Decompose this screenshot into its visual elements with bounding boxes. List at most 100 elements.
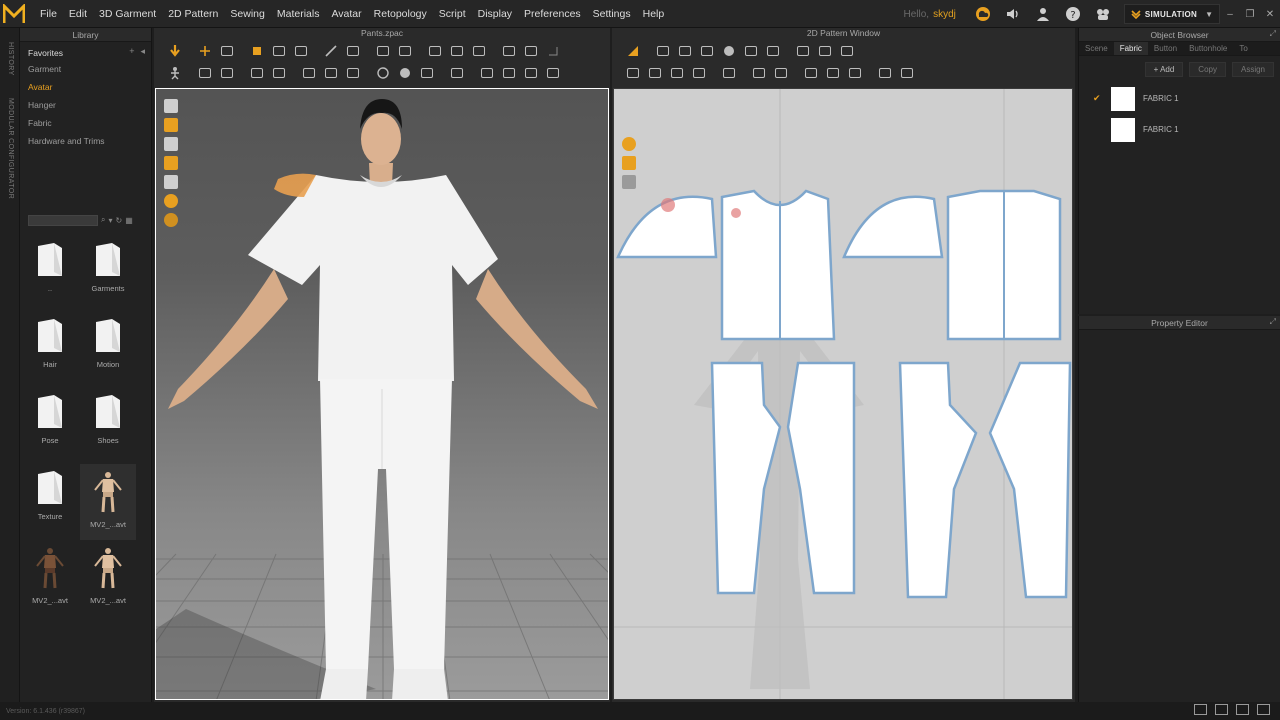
tool-icon[interactable] xyxy=(520,64,542,82)
layer-icon[interactable] xyxy=(520,42,542,60)
tool-icon[interactable] xyxy=(498,64,520,82)
show-avatar-icon[interactable] xyxy=(164,118,178,132)
collapse-icon[interactable]: ◂ xyxy=(140,46,145,57)
history-tab[interactable]: HISTORY xyxy=(7,42,14,76)
user-name[interactable]: skydj xyxy=(933,9,956,20)
mode-selector[interactable]: SIMULATION ▼ xyxy=(1123,4,1220,24)
tool-icon[interactable] xyxy=(652,42,674,60)
library-item-avatar-2[interactable]: MV2_...avt xyxy=(22,540,78,616)
tool-icon[interactable] xyxy=(844,64,866,82)
tool-icon[interactable] xyxy=(320,64,342,82)
menu-help[interactable]: Help xyxy=(637,8,671,20)
measure-icon[interactable] xyxy=(320,42,342,60)
reset-icon[interactable] xyxy=(468,42,490,60)
library-item-pose[interactable]: Pose xyxy=(22,388,78,464)
tool-icon[interactable] xyxy=(416,64,438,82)
pin-icon[interactable] xyxy=(290,42,312,60)
fold-tool-icon[interactable] xyxy=(246,42,268,60)
tool-icon[interactable] xyxy=(748,64,770,82)
shape-icon[interactable] xyxy=(394,42,416,60)
menu-avatar[interactable]: Avatar xyxy=(325,8,367,20)
assign-fabric-button[interactable]: Assign xyxy=(1231,62,1274,77)
layout-split-icon[interactable] xyxy=(1215,704,1228,715)
menu-script[interactable]: Script xyxy=(433,8,472,20)
menu-preferences[interactable]: Preferences xyxy=(518,8,587,20)
library-item-avatar-3[interactable]: MV2_...avt xyxy=(80,540,136,616)
pattern-piece-sleeve-right[interactable] xyxy=(842,195,944,259)
tool-icon[interactable] xyxy=(836,42,858,60)
avatar-pose-icon[interactable] xyxy=(164,64,186,82)
favorite-garment[interactable]: Garment xyxy=(20,60,151,78)
pattern-display-icon[interactable] xyxy=(622,99,636,113)
circle-tool-icon[interactable] xyxy=(718,42,740,60)
transform-icon[interactable] xyxy=(194,42,216,60)
tab-topstitch[interactable]: To xyxy=(1233,42,1253,55)
favorite-hardware-and-trims[interactable]: Hardware and Trims xyxy=(20,132,151,150)
menu-edit[interactable]: Edit xyxy=(63,8,93,20)
library-search-input[interactable] xyxy=(28,214,98,226)
community-icon[interactable] xyxy=(1091,2,1115,26)
hanger-icon[interactable] xyxy=(424,42,446,60)
texture-display-icon[interactable] xyxy=(164,156,178,170)
cloud-sync-icon[interactable] xyxy=(971,2,995,26)
tool-icon[interactable] xyxy=(688,64,710,82)
speaker-icon[interactable] xyxy=(1001,2,1025,26)
user-account-icon[interactable] xyxy=(1031,2,1055,26)
pattern-piece-pants-back-left[interactable] xyxy=(898,361,978,599)
tool-icon[interactable] xyxy=(800,64,822,82)
avatar-display-icon[interactable] xyxy=(164,137,178,151)
skin-display-icon[interactable] xyxy=(164,194,178,208)
edit-pattern-icon[interactable] xyxy=(622,42,644,60)
layout-dual-icon[interactable] xyxy=(1236,704,1249,715)
menu-materials[interactable]: Materials xyxy=(271,8,326,20)
search-icon[interactable]: ⌕ xyxy=(101,215,105,225)
modular-configurator-tab[interactable]: MODULAR CONFIGURATOR xyxy=(7,98,14,199)
garment-icon[interactable] xyxy=(446,42,468,60)
chevron-down-icon[interactable]: ▾ xyxy=(108,216,112,225)
tool-icon[interactable] xyxy=(896,64,918,82)
library-item-garments[interactable]: Garments xyxy=(80,236,136,312)
tab-scene[interactable]: Scene xyxy=(1079,42,1114,55)
tab-button[interactable]: Button xyxy=(1148,42,1183,55)
library-item-motion[interactable]: Motion xyxy=(80,312,136,388)
favorite-fabric[interactable]: Fabric xyxy=(20,114,151,132)
menu-settings[interactable]: Settings xyxy=(587,8,637,20)
help-icon[interactable]: ? xyxy=(1061,2,1085,26)
tool-icon[interactable] xyxy=(718,64,740,82)
3d-viewport[interactable] xyxy=(155,88,609,700)
panel-expand-icon[interactable] xyxy=(542,42,564,60)
restore-icon[interactable]: ❐ xyxy=(1242,6,1258,22)
tool-icon[interactable] xyxy=(216,64,238,82)
tool-icon[interactable] xyxy=(696,42,718,60)
grid-view-icon[interactable]: ▦ xyxy=(125,216,133,225)
fabric-list-item[interactable]: ✔ FABRIC 1 xyxy=(1079,83,1280,114)
environment-icon[interactable] xyxy=(164,213,178,227)
move-down-icon[interactable] xyxy=(164,42,186,60)
tool-icon[interactable] xyxy=(268,64,290,82)
tool-icon[interactable] xyxy=(298,64,320,82)
menu-2d-pattern[interactable]: 2D Pattern xyxy=(162,8,224,20)
select-box-icon[interactable] xyxy=(216,42,238,60)
library-item-texture[interactable]: Texture xyxy=(22,464,78,540)
menu-retopology[interactable]: Retopology xyxy=(368,8,433,20)
tool-icon[interactable] xyxy=(644,64,666,82)
menu-display[interactable]: Display xyxy=(472,8,518,20)
avatar-display-icon[interactable] xyxy=(622,175,636,189)
menu-3d-garment[interactable]: 3D Garment xyxy=(93,8,162,20)
panel-expand-icon[interactable]: ⤢ xyxy=(1270,317,1276,327)
add-favorite-icon[interactable]: + xyxy=(129,46,134,57)
trace-icon[interactable] xyxy=(372,42,394,60)
pattern-info-icon[interactable] xyxy=(622,137,636,151)
menu-sewing[interactable]: Sewing xyxy=(224,8,270,20)
tool-icon[interactable] xyxy=(814,42,836,60)
fabric-display-icon[interactable] xyxy=(164,175,178,189)
tab-buttonhole[interactable]: Buttonhole xyxy=(1183,42,1233,55)
refresh-icon[interactable]: ↻ xyxy=(116,216,123,225)
tab-fabric[interactable]: Fabric xyxy=(1113,42,1148,55)
button-tool-icon[interactable] xyxy=(372,64,394,82)
minimize-icon[interactable]: – xyxy=(1222,6,1238,22)
tack-icon[interactable] xyxy=(268,42,290,60)
tool-icon[interactable] xyxy=(874,64,896,82)
tool-icon[interactable] xyxy=(792,42,814,60)
tool-icon[interactable] xyxy=(246,64,268,82)
